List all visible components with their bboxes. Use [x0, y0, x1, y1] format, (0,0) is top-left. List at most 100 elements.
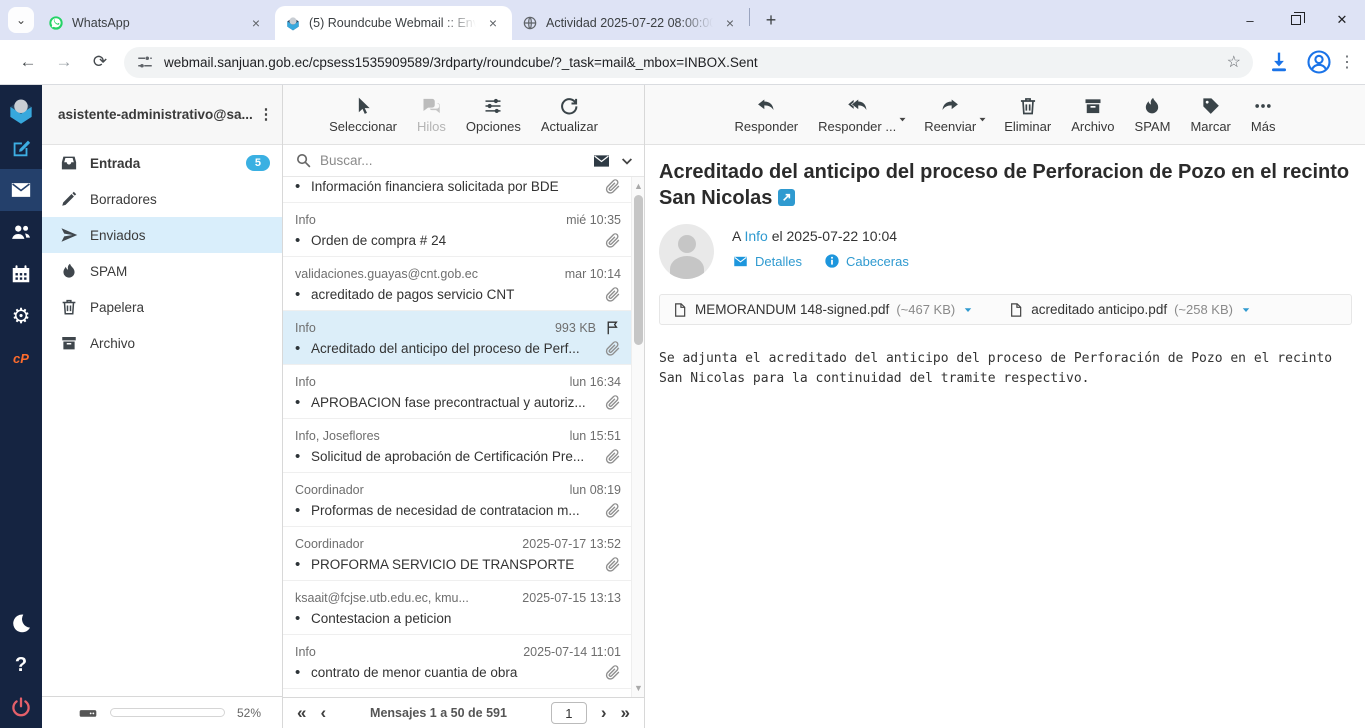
bookmark-star-icon[interactable]: ☆ — [1227, 52, 1241, 72]
message-row[interactable]: Info mié 10:35 • Orden de compra # 24 — [283, 203, 631, 257]
attachment-icon — [604, 340, 621, 357]
toolbar-button[interactable]: Archivo — [1064, 92, 1121, 138]
last-page-button[interactable]: » — [621, 703, 630, 723]
message-row[interactable]: Info, Joseflores lun 15:51 • Solicitud d… — [283, 419, 631, 473]
rail-contacts[interactable] — [0, 211, 42, 253]
reload-button[interactable]: ⟳ — [85, 47, 115, 77]
toolbar-button[interactable]: Responder ... — [811, 92, 903, 138]
toolbar-button[interactable]: SPAM — [1128, 92, 1178, 138]
attachment-menu-caret-icon[interactable] — [962, 304, 974, 316]
message-row[interactable]: Coordinador lun 08:19 • Proformas de nec… — [283, 473, 631, 527]
toolbar-button[interactable]: Actualizar — [534, 92, 605, 138]
toolbar-label: Responder ... — [818, 119, 896, 134]
account-menu-icon[interactable]: ⋮ — [258, 113, 274, 117]
attachment-menu-caret-icon[interactable] — [1240, 304, 1252, 316]
search-input[interactable] — [320, 153, 583, 168]
tab-roundcube-active[interactable]: (5) Roundcube Webmail :: Envia × — [275, 6, 512, 40]
unread-dot: • — [295, 448, 311, 465]
folder-item[interactable]: Borradores — [42, 181, 282, 217]
unread-dot: • — [295, 340, 311, 357]
details-link[interactable]: Detalles — [732, 253, 802, 269]
close-window-button[interactable]: ✕ — [1319, 0, 1365, 40]
attachment-name[interactable]: MEMORANDUM 148-signed.pdf — [695, 302, 889, 317]
page-number-input[interactable] — [551, 702, 587, 724]
rail-cpanel[interactable]: cP — [0, 337, 42, 379]
toolbar-label: SPAM — [1135, 119, 1171, 134]
message-row[interactable]: Info lun 16:34 • APROBACION fase precont… — [283, 365, 631, 419]
account-header[interactable]: asistente-administrativo@sa... ⋮ — [42, 85, 282, 145]
recipient-link[interactable]: Info — [744, 228, 767, 244]
prev-page-button[interactable]: ‹ — [320, 703, 326, 723]
whatsapp-icon — [48, 15, 64, 31]
toolbar-button[interactable]: Marcar — [1183, 92, 1237, 138]
toolbar-button[interactable]: Responder — [728, 92, 806, 138]
close-tab-icon[interactable]: × — [484, 14, 502, 32]
toolbar-button[interactable]: Opciones — [459, 92, 528, 138]
dropdown-caret-icon[interactable] — [897, 114, 908, 125]
new-tab-button[interactable]: + — [758, 7, 784, 33]
scroll-up-icon[interactable]: ▲ — [632, 179, 644, 193]
rail-help[interactable]: ? — [0, 644, 42, 686]
message-row[interactable]: Mariuxi del Rocio Santos Si... 2025-07-1… — [283, 689, 631, 697]
toolbar-button[interactable]: Hilos — [410, 92, 453, 138]
message-row[interactable]: Info 993 KB • Acreditado del anticipo de… — [283, 311, 631, 365]
close-tab-icon[interactable]: × — [721, 14, 739, 32]
tab-search-button[interactable]: ⌄ — [8, 7, 34, 33]
rail-mail[interactable] — [0, 169, 42, 211]
browser-menu-icon[interactable]: ⋮ — [1339, 52, 1355, 72]
attachment-item[interactable]: MEMORANDUM 148-signed.pdf (~467 KB) — [672, 302, 974, 318]
message-row[interactable]: • Información financiera solicitada por … — [283, 177, 631, 203]
message-row[interactable]: validaciones.guayas@cnt.gob.ec mar 10:14… — [283, 257, 631, 311]
scroll-down-icon[interactable]: ▼ — [632, 681, 644, 695]
attachment-item[interactable]: acreditado anticipo.pdf (~258 KB) — [1008, 302, 1252, 318]
folder-item[interactable]: Archivo — [42, 325, 282, 361]
headers-link[interactable]: Cabeceras — [824, 253, 909, 269]
url-text[interactable]: webmail.sanjuan.gob.ec/cpsess1535909589/… — [164, 55, 1227, 70]
toolbar-button[interactable]: Seleccionar — [322, 92, 404, 138]
profile-icon[interactable] — [1305, 48, 1333, 76]
attachment-icon — [604, 394, 621, 411]
rail-settings[interactable]: ⚙ — [0, 295, 42, 337]
folder-item[interactable]: SPAM — [42, 253, 282, 289]
tab-separator — [749, 8, 750, 26]
rail-compose[interactable] — [0, 127, 42, 169]
toolbar-button[interactable]: Más — [1244, 92, 1283, 138]
first-page-button[interactable]: « — [297, 703, 306, 723]
toolbar-button[interactable]: Eliminar — [997, 92, 1058, 138]
toolbar-button[interactable]: Reenviar — [917, 92, 983, 138]
attachment-name[interactable]: acreditado anticipo.pdf — [1031, 302, 1167, 317]
forward-button[interactable]: → — [49, 47, 79, 77]
search-scope-mail-icon[interactable] — [591, 152, 612, 170]
list-scrollbar[interactable]: ▲ ▼ — [631, 177, 644, 697]
close-tab-icon[interactable]: × — [247, 14, 265, 32]
next-page-button[interactable]: › — [601, 703, 607, 723]
site-info-icon[interactable] — [136, 53, 154, 71]
tab-actividad[interactable]: Actividad 2025-07-22 08:00:00 × — [512, 6, 749, 40]
rail-calendar[interactable] — [0, 253, 42, 295]
message-subject: Proformas de necesidad de contratacion m… — [311, 503, 598, 518]
dropdown-caret-icon[interactable] — [977, 114, 988, 125]
message-sender: Coordinador — [295, 483, 562, 497]
folder-item[interactable]: Entrada 5 — [42, 145, 282, 181]
chevron-down-icon[interactable] — [620, 154, 634, 168]
message-row[interactable]: Info 2025-07-14 11:01 • contrato de meno… — [283, 635, 631, 689]
folder-icon — [60, 262, 78, 280]
scrollbar-thumb[interactable] — [634, 195, 643, 345]
url-bar[interactable]: webmail.sanjuan.gob.ec/cpsess1535909589/… — [124, 47, 1253, 78]
downloads-icon[interactable] — [1265, 48, 1293, 76]
unread-dot: • — [295, 178, 311, 195]
back-button[interactable]: ← — [13, 47, 43, 77]
folder-item[interactable]: Papelera — [42, 289, 282, 325]
tab-whatsapp[interactable]: WhatsApp × — [38, 6, 275, 40]
folder-item[interactable]: Enviados — [42, 217, 282, 253]
message-row[interactable]: ksaait@fcjse.utb.edu.ec, kmu... 2025-07-… — [283, 581, 631, 635]
open-in-new-window-icon[interactable] — [778, 189, 795, 206]
flag-icon[interactable] — [604, 319, 621, 336]
message-sender: Info — [295, 213, 558, 227]
rail-logout[interactable] — [0, 686, 42, 728]
restore-button[interactable] — [1273, 0, 1319, 40]
rail-darkmode[interactable] — [0, 602, 42, 644]
message-row[interactable]: Coordinador 2025-07-17 13:52 • PROFORMA … — [283, 527, 631, 581]
roundcube-icon — [285, 15, 301, 31]
minimize-button[interactable]: – — [1227, 0, 1273, 40]
